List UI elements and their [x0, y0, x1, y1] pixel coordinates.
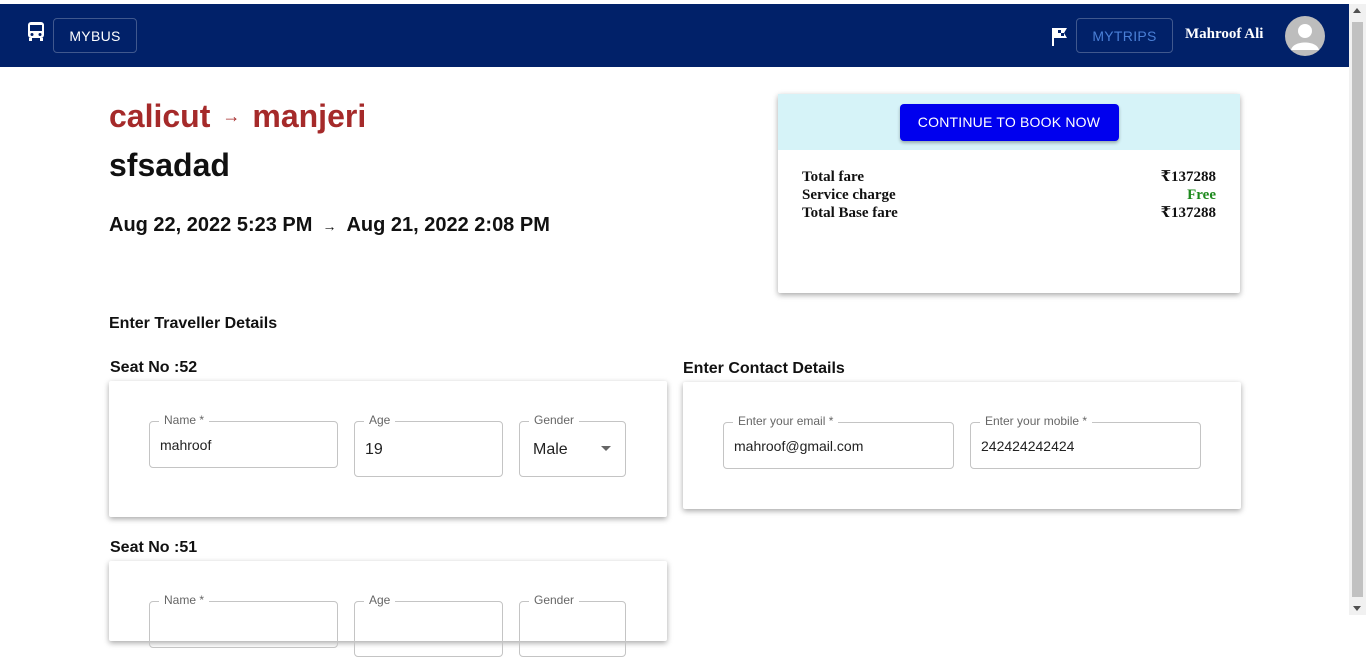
fare-value-free: Free [1187, 187, 1216, 203]
fare-summary-card: CONTINUE TO BOOK NOW Total fare ₹137288 … [778, 94, 1240, 293]
route-arrow-icon: → [222, 106, 241, 126]
gender-field-label: Gender [529, 413, 580, 427]
email-field-label: Enter your email * [733, 414, 839, 428]
fare-row-service: Service charge Free [802, 186, 1216, 204]
fare-value: ₹137288 [1160, 205, 1216, 221]
flag-icon[interactable] [1050, 26, 1070, 48]
seat-label: Seat No :52 [110, 359, 198, 376]
age-field[interactable]: Age 19 [354, 413, 503, 477]
traveller-card: Name * Age Gender [109, 561, 667, 657]
mybus-button[interactable]: MYBUS [53, 18, 137, 53]
fare-card-header: CONTINUE TO BOOK NOW [778, 94, 1240, 150]
mobile-field[interactable]: Enter your mobile * 242424242424 [970, 414, 1201, 469]
route-heading: calicut → manjeri [109, 98, 366, 135]
fare-label: Service charge [802, 187, 896, 203]
fare-value: ₹137288 [1160, 169, 1216, 185]
departure-time: Aug 22, 2022 5:23 PM [109, 214, 313, 236]
contact-section-title: Enter Contact Details [683, 360, 845, 377]
name-field[interactable]: Name * [149, 593, 338, 648]
age-field-label: Age [364, 593, 396, 607]
email-field[interactable]: Enter your email * mahroof@gmail.com [723, 414, 954, 469]
page-scrollbar[interactable] [1349, 4, 1366, 615]
seat-label: Seat No :51 [110, 539, 198, 556]
timing-arrow-icon: → [322, 217, 337, 234]
mobile-field-label: Enter your mobile * [980, 414, 1093, 428]
arrival-time: Aug 21, 2022 2:08 PM [346, 214, 550, 236]
email-field-value[interactable]: mahroof@gmail.com [734, 438, 863, 454]
scroll-up-arrow-icon[interactable] [1353, 8, 1361, 13]
traveller-section-title: Enter Traveller Details [109, 315, 278, 332]
avatar-icon[interactable] [1285, 16, 1325, 56]
age-field-label: Age [364, 413, 396, 427]
gender-select-value[interactable]: Male [533, 441, 568, 459]
name-field-label: Name * [159, 593, 210, 607]
continue-to-book-button[interactable]: CONTINUE TO BOOK NOW [899, 103, 1119, 141]
user-name: Mahroof Ali [1185, 26, 1264, 42]
fare-row-base: Total Base fare ₹137288 [802, 204, 1216, 222]
fare-label: Total Base fare [802, 205, 898, 221]
route-to: manjeri [252, 98, 367, 134]
name-field[interactable]: Name * mahroof [149, 413, 338, 468]
scroll-thumb[interactable] [1352, 22, 1363, 597]
fare-breakdown: Total fare ₹137288 Service charge Free T… [778, 150, 1240, 222]
mytrips-button[interactable]: MYTRIPS [1076, 18, 1173, 53]
traveller-card: Name * mahroof Age 19 Gender Male [109, 381, 667, 517]
bus-icon[interactable] [26, 21, 46, 43]
fare-row-total: Total fare ₹137288 [802, 168, 1216, 186]
gender-select[interactable]: Gender [519, 593, 626, 657]
name-field-label: Name * [159, 413, 210, 427]
bus-name: sfsadad [109, 147, 230, 183]
gender-field-label: Gender [529, 593, 580, 607]
fare-label: Total fare [802, 169, 865, 185]
age-field[interactable]: Age [354, 593, 503, 657]
name-field-value[interactable]: mahroof [160, 437, 211, 453]
contact-card: Enter your email * mahroof@gmail.com Ent… [683, 382, 1241, 509]
trip-timing: Aug 22, 2022 5:23 PM → Aug 21, 2022 2:08… [109, 214, 550, 237]
route-from: calicut [109, 98, 211, 134]
chevron-down-icon[interactable] [601, 446, 611, 451]
age-field-value[interactable]: 19 [365, 441, 383, 459]
app-bar: MYBUS MYTRIPS Mahroof Ali [0, 4, 1349, 67]
gender-select[interactable]: Gender Male [519, 413, 626, 477]
mobile-field-value[interactable]: 242424242424 [981, 438, 1074, 454]
scroll-down-arrow-icon[interactable] [1353, 606, 1361, 611]
